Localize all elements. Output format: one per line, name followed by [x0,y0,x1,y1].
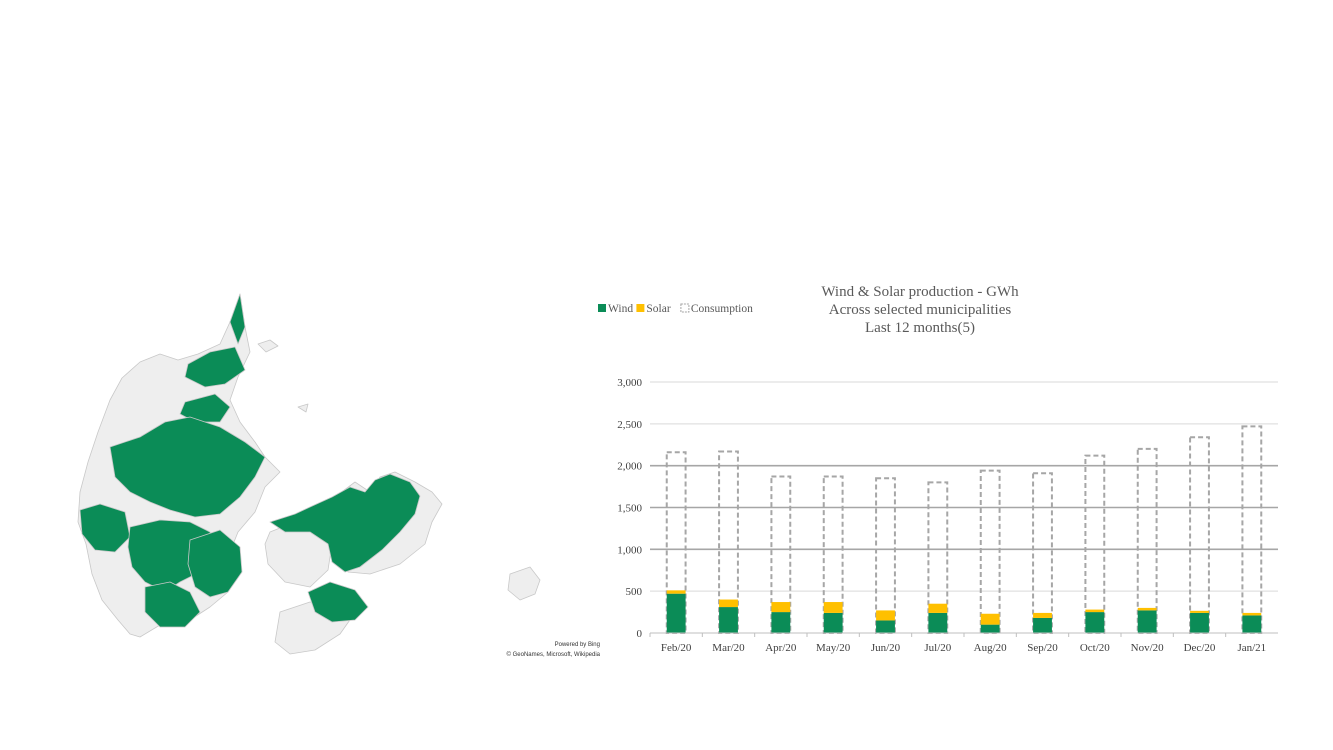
bar-wind [719,607,738,633]
y-tick-label: 1,000 [617,544,642,556]
x-tick-label: Dec/20 [1184,642,1216,654]
x-tick-label: Jun/20 [871,642,901,654]
chart-bars [665,425,1263,634]
bar-consumption [1084,454,1106,634]
denmark-municipality-map[interactable] [70,282,600,662]
map-region-island-anholt [297,403,309,413]
bar-solar [876,610,895,621]
bar-consumption [1136,447,1158,634]
x-tick-label: Aug/20 [974,642,1008,654]
bar-solar [980,613,1000,625]
bar-wind [1190,612,1209,633]
bar-solar [1033,612,1052,618]
x-tick-label: May/20 [816,642,851,654]
bar-consumption [1189,436,1210,634]
bar-wind [666,593,686,633]
chart-gridlines [650,381,1278,634]
bar-solar [1085,609,1105,613]
bar-wind [823,612,843,633]
chart-title: Wind & Solar production - GWh Across sel… [821,284,1019,336]
map-panel[interactable]: Powered by Bing © GeoNames, Microsoft, W… [70,282,600,662]
y-tick-label: 0 [637,628,643,640]
y-tick-label: 2,000 [617,461,642,473]
legend-swatch-consumption [680,303,690,313]
legend-swatch-solar [636,304,645,312]
bar-solar [1137,607,1157,611]
y-tick-label: 500 [626,586,643,598]
bar-solar [1190,610,1209,613]
bar-wind [928,612,948,633]
legend-swatch-wind [598,304,606,312]
map-region-island-laeso [257,339,279,353]
bar-wind [771,612,791,633]
bar-solar [1242,612,1262,616]
x-axis: Feb/20 Mar/20 Apr/20 May/20 Jun/20 Jul/20 Aug/… [649,632,1278,654]
x-tick-label: Apr/20 [765,642,797,654]
x-tick-label: Jul/20 [924,642,951,654]
bar-wind [876,620,895,633]
x-tick-label: Jan/21 [1237,642,1266,654]
bar-solar [666,590,686,594]
legend-label-wind: Wind [608,303,633,315]
chart-title-line-2: Across selected municipalities [829,302,1012,318]
bar-consumption [1032,472,1053,634]
chart-title-line-3: Last 12 months(5) [865,320,975,336]
bar-wind [980,624,1000,633]
x-tick-label: Oct/20 [1080,642,1110,654]
bar-solar [719,599,738,608]
bar-consumption [1241,425,1263,634]
bar-wind [1085,612,1105,633]
bar-wind [1137,610,1157,633]
legend-label-consumption: Consumption [691,303,753,315]
y-tick-label: 3,000 [617,377,642,389]
x-tick-label: Feb/20 [661,642,692,654]
legend-label-solar: Solar [646,303,670,315]
bar-wind [1033,617,1052,633]
map-region-bornholm [507,566,541,601]
y-tick-label: 2,500 [617,419,642,431]
production-chart: Wind & Solar production - GWh Across sel… [598,284,1278,654]
bar-consumption [979,469,1001,634]
y-axis: 0 500 1,000 1,500 2,000 2,500 3,000 [617,377,642,640]
bar-solar [928,603,948,613]
x-tick-label: Mar/20 [712,642,745,654]
bar-wind [1242,615,1262,633]
chart-title-line-1: Wind & Solar production - GWh [821,284,1019,300]
bar-solar [823,602,843,613]
x-tick-label: Sep/20 [1027,642,1058,654]
y-tick-label: 1,500 [617,503,642,515]
bar-consumption [875,477,896,634]
chart-legend: Wind Solar Consumption [598,303,753,315]
bar-solar [771,602,791,613]
x-tick-label: Nov/20 [1131,642,1165,654]
